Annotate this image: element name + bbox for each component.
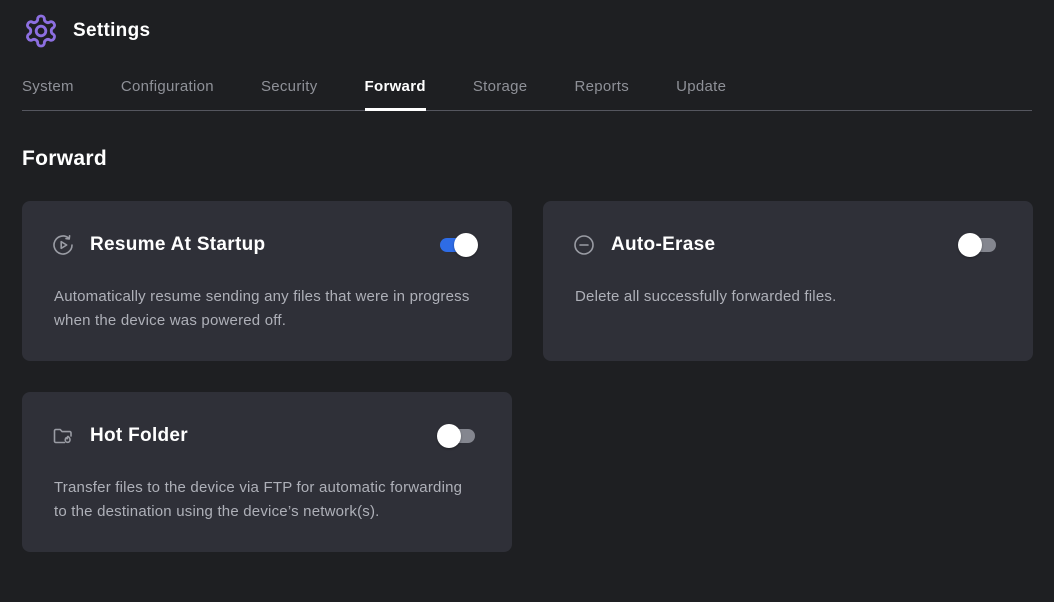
resume-icon — [50, 232, 76, 258]
auto-erase-toggle[interactable] — [958, 233, 999, 257]
tab-security[interactable]: Security — [261, 74, 318, 110]
settings-gear-icon — [22, 12, 60, 50]
card-title: Resume At Startup — [90, 234, 265, 256]
card-description: Delete all successfully forwarded files. — [575, 285, 999, 309]
minus-circle-icon — [571, 232, 597, 258]
card-head: Hot Folder — [50, 420, 478, 452]
toggle-knob — [454, 233, 478, 257]
card-description: Transfer files to the device via FTP for… — [54, 476, 478, 524]
section-heading: Forward — [22, 147, 1032, 171]
card-hot-folder: Hot Folder Transfer files to the device … — [22, 392, 512, 552]
tab-forward[interactable]: Forward — [365, 74, 426, 110]
card-head: Auto-Erase — [571, 229, 999, 261]
settings-cards: Resume At Startup Automatically resume s… — [22, 201, 1032, 552]
settings-page: Settings System Configuration Security F… — [0, 0, 1054, 552]
resume-at-startup-toggle[interactable] — [437, 233, 478, 257]
tab-configuration[interactable]: Configuration — [121, 74, 214, 110]
tab-storage[interactable]: Storage — [473, 74, 528, 110]
tab-system[interactable]: System — [22, 74, 74, 110]
card-head: Resume At Startup — [50, 229, 478, 261]
app-title: Settings — [73, 20, 150, 42]
card-description: Automatically resume sending any files t… — [54, 285, 478, 333]
tab-reports[interactable]: Reports — [574, 74, 629, 110]
tab-bar: System Configuration Security Forward St… — [22, 74, 1032, 111]
card-auto-erase: Auto-Erase Delete all successfully forwa… — [543, 201, 1033, 361]
hot-folder-toggle[interactable] — [437, 424, 478, 448]
toggle-knob — [958, 233, 982, 257]
app-header: Settings — [22, 0, 1032, 46]
toggle-knob — [437, 424, 461, 448]
card-title: Auto-Erase — [611, 234, 715, 256]
card-resume-at-startup: Resume At Startup Automatically resume s… — [22, 201, 512, 361]
card-title: Hot Folder — [90, 425, 188, 447]
tab-update[interactable]: Update — [676, 74, 726, 110]
hot-folder-icon — [50, 423, 76, 449]
